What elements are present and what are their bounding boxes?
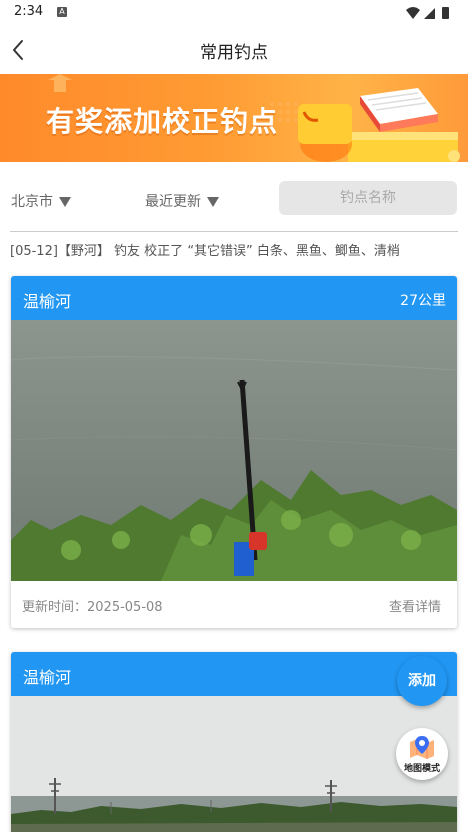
spot-card[interactable]: 温榆河 27公里 更新时间：2025-05-08 查看详情 xyxy=(11,276,457,628)
dropdown-triangle-icon xyxy=(59,197,71,207)
city-label: 北京市 xyxy=(11,194,53,210)
banner-text: 有奖添加校正钓点 xyxy=(46,105,279,138)
promo-banner[interactable]: 有奖添加校正钓点 xyxy=(0,74,468,162)
spot-distance: 27公里 xyxy=(400,293,446,309)
status-time: 2:34 xyxy=(14,4,44,19)
map-mode-button[interactable]: 地图模式 xyxy=(396,728,448,780)
sort-dropdown[interactable]: 最近更新 xyxy=(145,191,219,211)
add-spot-button[interactable]: 添加 xyxy=(397,656,447,706)
activity-ticker: [05-12]【野河】 钓友 校正了 “其它错误” 白条、黑鱼、鲫鱼、清梢 xyxy=(10,244,400,259)
cellular-icon xyxy=(424,8,435,19)
filter-row: 北京市 最近更新 xyxy=(0,176,468,224)
update-time: 更新时间：2025-05-08 xyxy=(22,600,163,615)
status-icons xyxy=(406,7,449,19)
battery-icon xyxy=(442,7,449,19)
view-details-link[interactable]: 查看详情 xyxy=(389,596,441,615)
nav-bar: 常用钓点 xyxy=(0,26,468,74)
city-dropdown[interactable]: 北京市 xyxy=(11,191,71,211)
page-title: 常用钓点 xyxy=(200,43,268,63)
sort-label: 最近更新 xyxy=(145,194,201,210)
dropdown-triangle-icon xyxy=(207,197,219,207)
spot-photo xyxy=(11,320,457,581)
spot-name: 温榆河 xyxy=(23,292,72,311)
map-mode-label: 地图模式 xyxy=(403,764,440,774)
divider xyxy=(10,231,458,232)
status-bar: 2:34 A xyxy=(0,0,468,26)
notification-icon: A xyxy=(57,7,67,17)
spot-name: 温榆河 xyxy=(23,668,72,687)
card-header: 温榆河 27公里 xyxy=(11,276,457,320)
wifi-icon xyxy=(406,7,420,19)
spot-card[interactable]: 温榆河 xyxy=(11,652,457,832)
card-header: 温榆河 xyxy=(11,652,457,696)
map-pin-icon xyxy=(410,736,434,759)
spot-photo xyxy=(11,696,457,832)
book-illustration xyxy=(298,88,460,162)
spot-search-input[interactable] xyxy=(279,181,457,215)
